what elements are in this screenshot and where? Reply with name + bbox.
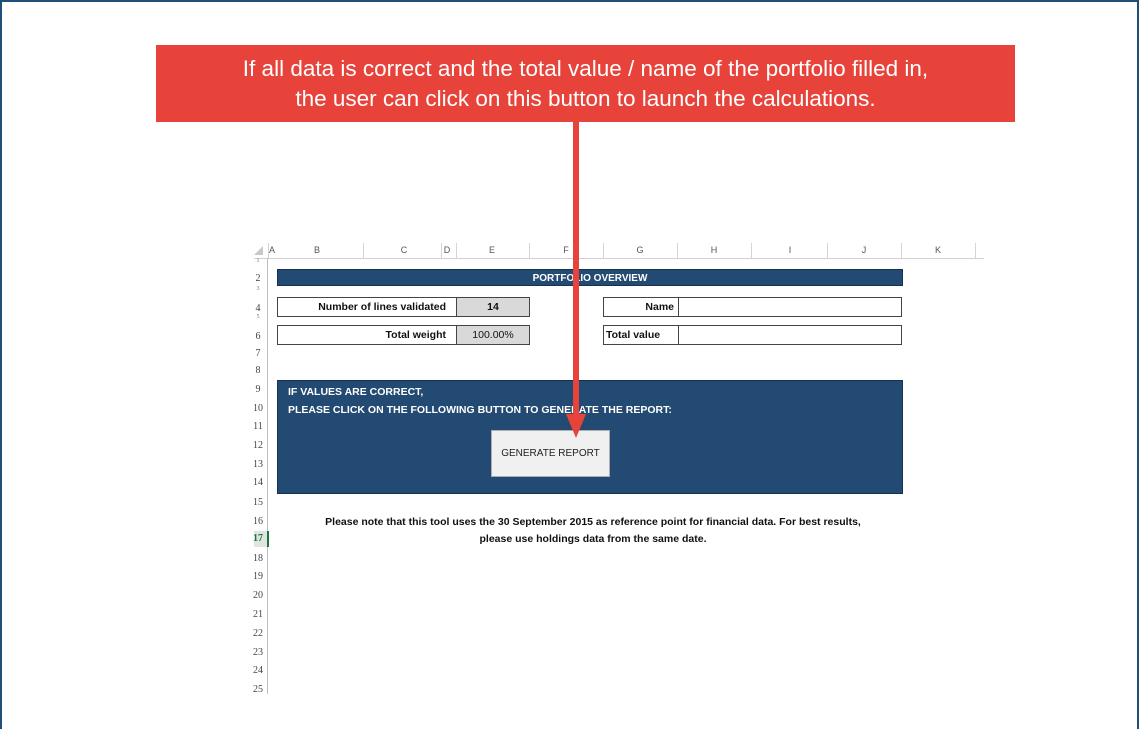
row-header-9[interactable]: 9 — [252, 384, 264, 396]
panel-line-2: PLEASE CLICK ON THE FOLLOWING BUTTON TO … — [288, 404, 672, 416]
row-header-12[interactable]: 12 — [252, 440, 264, 452]
column-header-i[interactable]: I — [789, 245, 792, 255]
portfolio-overview-header[interactable]: PORTFOLIO OVERVIEW — [277, 269, 903, 286]
row-header-21[interactable]: 21 — [252, 609, 264, 621]
row-header-6[interactable]: 6 — [252, 331, 264, 343]
row-header-17[interactable]: 17 — [252, 533, 264, 545]
row-header-border — [267, 258, 268, 694]
generate-report-button[interactable]: GENERATE REPORT — [491, 430, 610, 477]
total-weight-value[interactable]: 100.00% — [456, 325, 530, 345]
row-header-11[interactable]: 11 — [252, 421, 264, 433]
column-header-border — [254, 258, 984, 259]
row-header-7[interactable]: 7 — [252, 348, 264, 360]
col-divider — [975, 243, 976, 258]
total-value-input[interactable] — [678, 325, 902, 345]
column-header-h[interactable]: H — [711, 245, 718, 255]
row-header-10[interactable]: 10 — [252, 403, 264, 415]
col-divider — [901, 243, 902, 258]
panel-line-1: IF VALUES ARE CORRECT, — [288, 386, 424, 398]
column-header-d[interactable]: D — [444, 245, 451, 255]
lines-validated-label[interactable]: Number of lines validated — [277, 297, 457, 317]
total-value-label[interactable]: Total value — [603, 325, 679, 345]
column-header-g[interactable]: G — [636, 245, 643, 255]
column-header-e[interactable]: E — [489, 245, 495, 255]
col-divider — [827, 243, 828, 258]
column-header-c[interactable]: C — [401, 245, 408, 255]
column-headers: A B C D E F G H I J K — [0, 243, 1141, 258]
row-header-18[interactable]: 18 — [252, 553, 264, 565]
col-divider — [363, 243, 364, 258]
note-line-1: Please note that this tool uses the 30 S… — [325, 516, 861, 528]
row-header-24[interactable]: 24 — [252, 665, 264, 677]
row-header-16[interactable]: 16 — [252, 516, 264, 528]
column-header-f[interactable]: F — [563, 245, 569, 255]
col-divider — [529, 243, 530, 258]
row-header-5[interactable]: 5 — [252, 314, 264, 320]
col-divider — [441, 243, 442, 258]
col-divider — [677, 243, 678, 258]
arrow-shaft — [573, 122, 579, 418]
name-label[interactable]: Name — [603, 297, 679, 317]
arrow-down-icon — [566, 414, 586, 438]
annotation-callout: If all data is correct and the total val… — [156, 45, 1015, 122]
note-line-2: please use holdings data from the same d… — [479, 533, 707, 545]
row-header-20[interactable]: 20 — [252, 590, 264, 602]
col-divider — [456, 243, 457, 258]
row-header-3[interactable]: 3 — [252, 286, 264, 292]
row-header-15[interactable]: 15 — [252, 497, 264, 509]
row-header-13[interactable]: 13 — [252, 459, 264, 471]
row-header-14[interactable]: 14 — [252, 477, 264, 489]
row-header-22[interactable]: 22 — [252, 628, 264, 640]
column-header-j[interactable]: J — [862, 245, 867, 255]
lines-validated-value[interactable]: 14 — [456, 297, 530, 317]
row-header-1[interactable]: 1 — [252, 258, 264, 264]
total-weight-label[interactable]: Total weight — [277, 325, 457, 345]
column-header-k[interactable]: K — [935, 245, 941, 255]
row-header-25[interactable]: 25 — [252, 684, 264, 696]
callout-line-2: the user can click on this button to lau… — [295, 86, 876, 111]
row-header-23[interactable]: 23 — [252, 647, 264, 659]
row-header-2[interactable]: 2 — [252, 273, 264, 285]
col-divider — [268, 243, 269, 258]
row-header-8[interactable]: 8 — [252, 365, 264, 377]
column-header-b[interactable]: B — [314, 245, 320, 255]
column-header-a[interactable]: A — [269, 245, 275, 255]
callout-line-1: If all data is correct and the total val… — [242, 56, 929, 81]
col-divider — [751, 243, 752, 258]
col-divider — [603, 243, 604, 258]
row-header-19[interactable]: 19 — [252, 571, 264, 583]
name-input[interactable] — [678, 297, 902, 317]
